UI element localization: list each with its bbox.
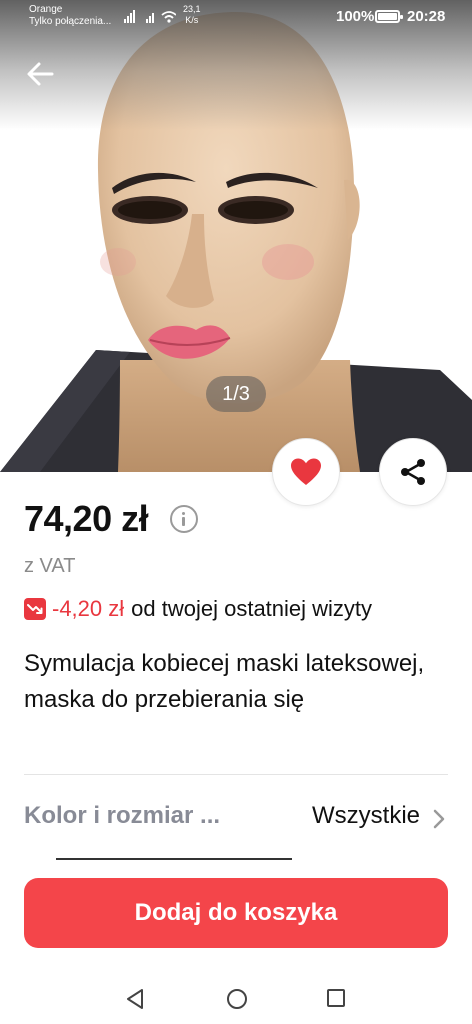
clock: 20:28 — [407, 8, 446, 25]
price-row: 74,20 zł — [24, 498, 199, 540]
network-speed-unit: K/s — [185, 15, 199, 25]
info-icon[interactable] — [170, 505, 199, 533]
carrier-status: Tylko połączenia... — [29, 16, 112, 27]
arrow-left-icon — [27, 62, 54, 86]
chevron-right-icon — [433, 809, 445, 829]
battery-percent: 100% — [336, 8, 375, 25]
signal-wifi-icon — [124, 10, 176, 23]
scroll-indicator — [56, 858, 292, 860]
product-title: Symulacja kobiecej maski lateksowej, mas… — [24, 650, 425, 713]
nav-home-icon[interactable] — [226, 988, 248, 1010]
price-drop-text: od twojej ostatniej wizyty — [131, 596, 373, 621]
carrier-info: Orange Tylko połączenia... — [29, 4, 111, 28]
variant-label: Kolor i rozmiar ... — [24, 802, 221, 829]
trend-down-icon — [24, 598, 46, 620]
variant-selector[interactable]: Kolor i rozmiar ... Wszystkie — [24, 802, 448, 836]
variant-value: Wszystkie — [312, 802, 420, 829]
price-drop-row: -4,20 zł od twojej ostatniej wizyty — [24, 596, 372, 622]
vat-note: z VAT — [24, 555, 76, 577]
add-to-cart-button[interactable]: Dodaj do koszyka — [24, 878, 448, 948]
network-speed-value: 23,1 — [183, 4, 201, 14]
nav-recent-apps-icon[interactable] — [326, 988, 346, 1008]
nav-back-icon[interactable] — [124, 988, 146, 1010]
price-drop-amount: -4,20 zł — [52, 596, 125, 621]
carrier-name: Orange — [29, 4, 63, 15]
back-button[interactable] — [22, 58, 58, 90]
divider — [24, 774, 448, 775]
battery-icon — [375, 10, 403, 23]
favorite-button[interactable] — [272, 438, 340, 506]
network-speed: 23,1 K/s — [183, 4, 201, 26]
heart-icon — [291, 458, 321, 485]
share-icon — [401, 459, 425, 485]
status-bar: Orange Tylko połączenia... 23,1 K/s 100%… — [0, 0, 472, 34]
share-button[interactable] — [379, 438, 447, 506]
price: 74,20 zł — [24, 498, 149, 539]
image-counter: 1/3 — [206, 376, 266, 412]
system-navigation-bar — [0, 968, 472, 1024]
